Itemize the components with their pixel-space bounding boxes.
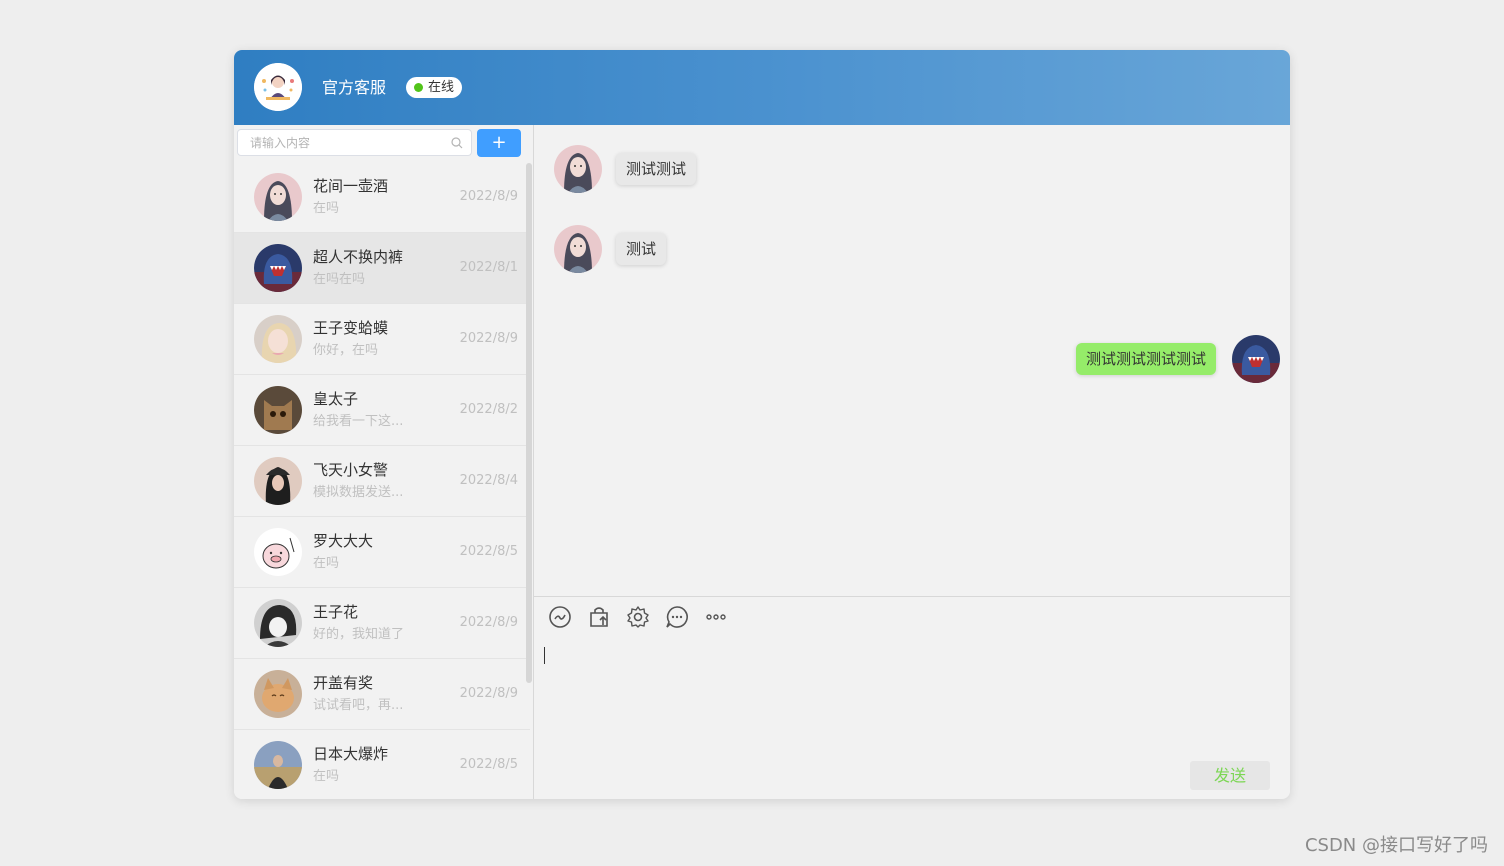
- send-button[interactable]: 发送: [1190, 761, 1270, 790]
- message-composer: [534, 640, 1290, 750]
- watermark: CSDN @接口写好了吗: [1304, 835, 1488, 856]
- contact-name: 超人不换内裤: [313, 248, 404, 266]
- search-icon[interactable]: [451, 137, 463, 149]
- contact-item[interactable]: 飞天小女警模拟数据发送... 2022/8/4: [234, 446, 530, 517]
- contact-last-message: 模拟数据发送...: [313, 485, 404, 500]
- message-bubble: 测试测试测试测试: [1075, 343, 1216, 375]
- contact-name: 花间一壶酒: [313, 177, 389, 195]
- chat-header: 官方客服 在线: [234, 50, 1290, 125]
- contact-last-message: 在吗: [313, 769, 340, 784]
- contact-item[interactable]: 超人不换内裤 在吗在吗 2022/8/1: [234, 233, 530, 304]
- contact-name: 飞天小女警: [313, 461, 389, 479]
- contact-date: 2022/8/5: [459, 544, 518, 559]
- contact-name: 王子花: [313, 603, 359, 621]
- contact-name: 日本大爆炸: [313, 745, 389, 763]
- contact-date: 2022/8/4: [459, 473, 518, 488]
- settings-icon[interactable]: [626, 605, 650, 629]
- message-bubble: 测试测试: [616, 153, 697, 185]
- search-box: [237, 129, 472, 156]
- contact-panel: + 花间一壶酒在吗2022/8/9超人不换内裤在吗在吗2022/8/1王子变蛤蟆…: [234, 125, 534, 799]
- contact-list: 花间一壶酒 在吗 2022/8/9 超人不换内裤 在吗在吗 2022/8/1 王子变蛤蟆 你好…: [234, 162, 530, 799]
- contact-item[interactable]: 王子变蛤蟆你好，在吗 2022/8/9: [234, 304, 530, 375]
- contact-last-message: 你好，在吗: [313, 343, 379, 358]
- message-area: 测试测试 测试 测试测试测试测试: [534, 125, 1290, 596]
- contact-item[interactable]: 开盖有奖试试看吧，再... 2022/8/9: [234, 659, 530, 730]
- status-text: 在线: [428, 80, 455, 95]
- sender-avatar[interactable]: [554, 225, 602, 273]
- emoji-icon[interactable]: [548, 605, 572, 629]
- contact-date: 2022/8/9: [459, 686, 518, 701]
- contact-avatar: [254, 457, 302, 505]
- contact-scrollbar[interactable]: [526, 163, 532, 683]
- contact-avatar: [254, 741, 302, 789]
- online-dot-icon: [414, 83, 423, 92]
- bag-upload-icon[interactable]: [587, 605, 611, 629]
- contact-last-message: 试试看吧，再...: [313, 698, 404, 713]
- contact-name: 开盖有奖: [313, 674, 374, 692]
- composer-toolbar: [548, 605, 728, 629]
- composer-divider: [534, 596, 1290, 597]
- contact-date: 2022/8/2: [459, 402, 518, 417]
- message-input[interactable]: [534, 640, 1290, 750]
- contact-date: 2022/8/9: [459, 189, 518, 204]
- contact-avatar: [254, 670, 302, 718]
- customer-service-avatar[interactable]: [254, 63, 302, 111]
- contact-last-message: 给我看一下这...: [313, 414, 404, 429]
- contact-last-message: 在吗: [313, 556, 340, 571]
- contact-date: 2022/8/1: [459, 260, 518, 275]
- contact-last-message: 在吗在吗: [313, 272, 366, 287]
- contact-avatar: [254, 173, 302, 221]
- contact-item[interactable]: 花间一壶酒在吗 2022/8/9: [234, 162, 530, 233]
- contact-date: 2022/8/5: [459, 757, 518, 772]
- message-bubble: 测试: [616, 233, 667, 265]
- contact-last-message: 好的，我知道了: [313, 627, 405, 642]
- contact-item[interactable]: 日本大爆炸在吗 2022/8/5: [234, 730, 530, 799]
- contact-date: 2022/8/9: [459, 331, 518, 346]
- status-badge: 在线: [406, 77, 463, 98]
- sender-avatar[interactable]: [554, 145, 602, 193]
- contact-name: 皇太子: [313, 390, 359, 408]
- contact-avatar: [254, 244, 302, 292]
- contact-avatar: [254, 386, 302, 434]
- more-icon[interactable]: [704, 605, 728, 629]
- self-avatar[interactable]: [1232, 335, 1280, 383]
- contact-name: 罗大大大: [313, 532, 374, 550]
- contact-date: 2022/8/9: [459, 615, 518, 630]
- contact-avatar: [254, 528, 302, 576]
- contact-avatar: [254, 315, 302, 363]
- add-button[interactable]: +: [477, 129, 521, 157]
- contact-name: 王子变蛤蟆: [313, 319, 389, 337]
- contact-item[interactable]: 皇太子给我看一下这... 2022/8/2: [234, 375, 530, 446]
- contact-item[interactable]: 罗大大大在吗 2022/8/5: [234, 517, 530, 588]
- contact-last-message: 在吗: [313, 201, 340, 216]
- contact-avatar: [254, 599, 302, 647]
- search-input[interactable]: [250, 130, 445, 155]
- text-caret: [544, 647, 545, 664]
- chat-icon[interactable]: [665, 605, 689, 629]
- header-title: 官方客服: [322, 78, 387, 97]
- contact-item[interactable]: 王子花好的，我知道了 2022/8/9: [234, 588, 530, 659]
